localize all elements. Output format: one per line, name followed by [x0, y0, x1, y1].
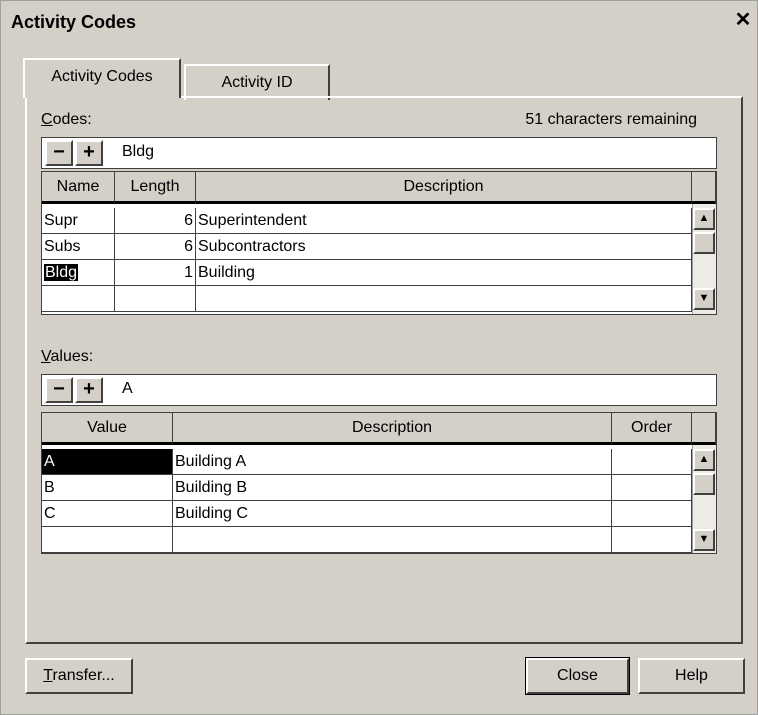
codes-scrollbar[interactable]: ▲ ▼ [692, 204, 716, 314]
table-cell-length[interactable]: 1 [115, 260, 196, 286]
column-header-description[interactable]: Description [173, 413, 612, 445]
characters-remaining: 51 characters remaining [525, 111, 697, 128]
window-title: Activity Codes [11, 12, 137, 32]
close-button[interactable]: Close [525, 657, 630, 695]
table-cell-name[interactable]: Supr [42, 208, 115, 234]
column-header-corner [692, 172, 716, 204]
close-icon[interactable]: ✕ [733, 10, 753, 31]
title-bar: Activity Codes ✕ [5, 5, 755, 39]
table-cell-order[interactable] [612, 475, 692, 501]
value-edit-input[interactable]: A [122, 380, 133, 398]
table-cell-description[interactable]: Building C [173, 501, 612, 527]
transfer-button[interactable]: Transfer... [25, 658, 133, 694]
table-cell-description[interactable]: Subcontractors [196, 234, 692, 260]
scroll-thumb[interactable] [693, 232, 715, 254]
codes-table: Name Length Description Supr 6 Superinte… [41, 171, 717, 315]
table-cell-description[interactable] [173, 527, 612, 553]
table-cell-length[interactable]: 6 [115, 234, 196, 260]
scroll-down-button[interactable]: ▼ [693, 529, 715, 551]
help-button[interactable]: Help [638, 658, 745, 694]
table-cell-order[interactable] [612, 527, 692, 553]
table-cell-description[interactable]: Building B [173, 475, 612, 501]
table-cell-description[interactable]: Building A [173, 449, 612, 475]
table-cell-length[interactable] [115, 286, 196, 312]
scroll-up-button[interactable]: ▲ [693, 208, 715, 230]
values-scrollbar[interactable]: ▲ ▼ [692, 445, 716, 553]
tab-activity-id[interactable]: Activity ID [184, 64, 330, 100]
table-cell-description[interactable] [196, 286, 692, 312]
table-cell-length[interactable]: 6 [115, 208, 196, 234]
values-label: Values: [41, 348, 94, 365]
table-cell-value[interactable]: C [42, 501, 173, 527]
column-header-order[interactable]: Order [612, 413, 692, 445]
tab-activity-codes[interactable]: Activity Codes [23, 58, 181, 98]
values-table: Value Description Order A Building A B B… [41, 412, 717, 554]
values-edit-bar: − + A [41, 374, 717, 406]
add-code-button[interactable]: + [75, 140, 103, 166]
codes-label: Codes: [41, 111, 92, 128]
table-cell-name[interactable]: Bldg [42, 260, 115, 286]
table-cell-description[interactable]: Building [196, 260, 692, 286]
remove-code-button[interactable]: − [45, 140, 73, 166]
activity-codes-dialog: Activity Codes ✕ Activity Codes Activity… [0, 0, 758, 715]
table-cell-description[interactable]: Superintendent [196, 208, 692, 234]
add-value-button[interactable]: + [75, 377, 103, 403]
table-cell-order[interactable] [612, 501, 692, 527]
remove-value-button[interactable]: − [45, 377, 73, 403]
column-header-corner [692, 413, 716, 445]
column-header-name[interactable]: Name [42, 172, 115, 204]
column-header-length[interactable]: Length [115, 172, 196, 204]
codes-edit-bar: − + Bldg [41, 137, 717, 169]
column-header-description[interactable]: Description [196, 172, 692, 204]
table-cell-value[interactable] [42, 527, 173, 553]
table-cell-order[interactable] [612, 449, 692, 475]
code-edit-input[interactable]: Bldg [122, 143, 154, 161]
scroll-up-button[interactable]: ▲ [693, 449, 715, 471]
scroll-thumb[interactable] [693, 473, 715, 495]
table-cell-value[interactable]: B [42, 475, 173, 501]
scroll-down-button[interactable]: ▼ [693, 288, 715, 310]
selected-code-name: Bldg [44, 264, 79, 281]
column-header-value[interactable]: Value [42, 413, 173, 445]
table-cell-value[interactable]: A [42, 449, 173, 475]
table-cell-name[interactable] [42, 286, 115, 312]
table-cell-name[interactable]: Subs [42, 234, 115, 260]
